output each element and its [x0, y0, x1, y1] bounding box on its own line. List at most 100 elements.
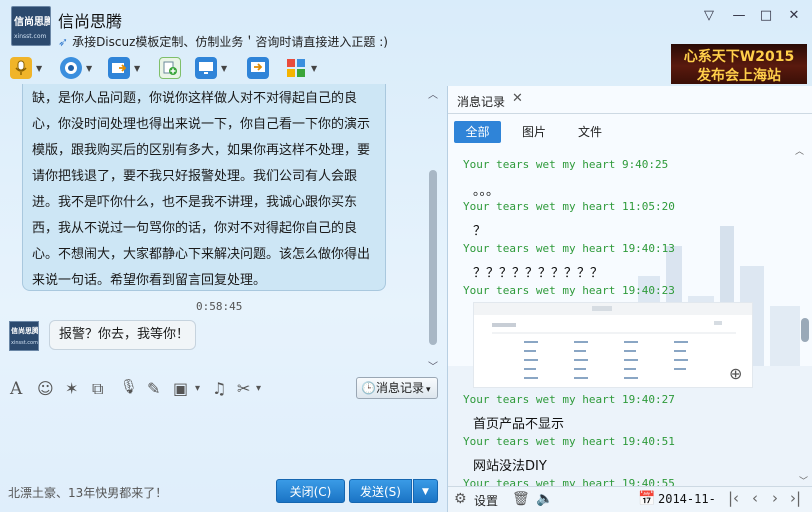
share-screen-button[interactable]: [247, 56, 269, 80]
avatar-subtext: xinsst.com: [14, 33, 47, 40]
last-page-icon[interactable]: ›|: [790, 489, 801, 507]
history-entry-body: ？？？？？？？？？？: [473, 266, 604, 281]
minimize-button[interactable]: —: [729, 7, 749, 25]
message-history-button[interactable]: 🕒消息记录 ▾: [356, 377, 438, 399]
microphone-icon: [10, 57, 32, 79]
message-line: 请你把钱退了，要不我只好报警处理。我们公司有人会跟: [32, 169, 358, 184]
contact-name[interactable]: 信尚思腾: [58, 8, 122, 32]
first-page-icon[interactable]: |‹: [728, 489, 739, 507]
history-entry-body: 网站没法DIY: [473, 459, 547, 474]
message-list[interactable]: 缺，是你人品问题，你说你这样做人对不对得起自己的良 心，你没时间处理也得出来说一…: [0, 84, 445, 374]
signature-text: 承接Discuz模板定制、仿制业务＇咨询时请直接进入正题 :): [72, 35, 388, 49]
tab-message-history[interactable]: 消息记录: [457, 93, 505, 110]
status-ticker[interactable]: 北漂土豪、13年快男都来了！: [8, 484, 167, 501]
font-icon[interactable]: A: [10, 379, 22, 399]
share-screen-icon: [247, 57, 269, 79]
chevron-down-icon[interactable]: ▾: [195, 383, 200, 394]
history-image-thumbnail[interactable]: [473, 302, 753, 388]
voice-message-icon[interactable]: 🎙: [120, 379, 138, 395]
avatar-text: 信尚思腾: [11, 327, 39, 335]
screenshot-icon[interactable]: ⧉: [92, 379, 103, 399]
send-button[interactable]: 发送(S): [349, 479, 412, 503]
avatar-subtext: xinsst.com: [11, 340, 38, 346]
chevron-down-icon[interactable]: ▼: [86, 64, 92, 73]
history-entry-header: Your tears wet my heart 19:40:23: [463, 284, 675, 297]
history-entry-body: 首页产品不显示: [473, 417, 565, 432]
history-entry-body: 。。。: [473, 184, 500, 199]
chevron-down-icon[interactable]: ﹀: [426, 358, 440, 373]
history-footer: ⚙ 设置 🗑 🔈 📅 2014-11- |‹ ‹ › ›|: [448, 486, 812, 512]
trash-icon[interactable]: 🗑: [512, 491, 530, 507]
history-entry-header: Your tears wet my heart 19:40:13: [463, 242, 675, 255]
message-line: 心，你没时间处理也得出来说一下，你自己看一下你的演示: [32, 117, 371, 132]
chevron-down-icon[interactable]: ▼: [221, 64, 227, 73]
history-tab-bar: 消息记录 ✕: [448, 86, 812, 114]
signature-icon: ➶: [58, 35, 69, 49]
voice-call-button[interactable]: ▼: [10, 56, 42, 80]
scrollbar-thumb[interactable]: [429, 170, 437, 345]
zoom-in-icon[interactable]: ⊕: [729, 364, 742, 383]
speaker-icon[interactable]: 🔈: [536, 491, 553, 507]
chat-toolbar: ▼ ▼ ▼ ▼ ▼: [0, 54, 660, 82]
message-line: 来说一句话。希望你看到留言回复处理。: [32, 273, 267, 288]
scissors-icon[interactable]: ✂: [237, 379, 250, 398]
chevron-up-icon[interactable]: ︿: [426, 86, 440, 101]
close-icon[interactable]: ✕: [512, 91, 523, 106]
chevron-down-icon[interactable]: ▾: [256, 383, 261, 394]
send-file-button[interactable]: ▼: [108, 56, 140, 80]
settings-link[interactable]: 设置: [474, 492, 498, 509]
remote-assist-button[interactable]: ▼: [195, 56, 227, 80]
gear-icon[interactable]: ⚙: [454, 491, 467, 507]
chevron-down-icon: ▾: [425, 385, 431, 395]
emoji-icon[interactable]: ☺: [37, 379, 54, 398]
app-center-button[interactable]: ▼: [285, 56, 317, 80]
poke-icon[interactable]: ✶: [65, 379, 78, 398]
history-entry-header: Your tears wet my heart 19:40:55: [463, 477, 675, 486]
history-scrollbar[interactable]: ﹀: [799, 156, 811, 487]
previous-page-icon[interactable]: ‹: [752, 489, 758, 507]
chevron-down-icon[interactable]: ▼: [134, 64, 140, 73]
chevron-down-icon[interactable]: ▼: [311, 64, 317, 73]
promo-banner[interactable]: 心系天下W2015 发布会上海站: [671, 44, 807, 84]
history-entry-header: Your tears wet my heart 19:40:27: [463, 393, 675, 406]
message-line: 缺，是你人品问题，你说你这样做人对不对得起自己的良: [32, 91, 358, 106]
received-message-bubble: 缺，是你人品问题，你说你这样做人对不对得起自己的良 心，你没时间处理也得出来说一…: [22, 84, 386, 291]
music-icon[interactable]: ♫: [212, 379, 226, 398]
sent-message-bubble: 报警？你去，我等你！: [49, 320, 196, 350]
next-page-icon[interactable]: ›: [772, 489, 778, 507]
contact-avatar[interactable]: 信尚思腾 xinsst.com: [11, 6, 51, 46]
banner-line2: 发布会上海站: [697, 68, 781, 84]
filter-files[interactable]: 文件: [570, 121, 610, 143]
contact-signature: ➶ 承接Discuz模板定制、仿制业务＇咨询时请直接进入正题 :): [58, 33, 388, 50]
close-window-button[interactable]: ✕: [784, 7, 804, 25]
message-line: 进。我不是吓你什么，也不是我不讲理，我诚心跟你买东: [32, 195, 358, 210]
close-button[interactable]: 关闭(C): [276, 479, 345, 503]
clock-icon: 🕒: [361, 381, 376, 395]
maximize-button[interactable]: □: [756, 7, 776, 25]
skin-dropdown-button[interactable]: ▽: [699, 7, 719, 25]
remote-desktop-icon: [195, 57, 217, 79]
apps-icon: [285, 57, 307, 79]
message-timestamp: 0:58:45: [196, 300, 243, 313]
filter-all[interactable]: 全部: [454, 121, 501, 143]
send-file-icon: [108, 57, 130, 79]
sender-avatar[interactable]: 信尚思腾 xinsst.com: [9, 321, 39, 351]
send-options-dropdown[interactable]: ▼: [413, 479, 438, 503]
image-icon[interactable]: ▣: [173, 379, 188, 398]
video-call-button[interactable]: ▼: [60, 56, 92, 80]
calendar-icon[interactable]: 📅: [638, 491, 655, 507]
message-line: 模版，跟我购买后的区别有多大，如果你再这样不处理，要: [32, 143, 371, 158]
message-input[interactable]: [0, 402, 445, 478]
message-line: 心。不想闹大，大家都静心下来解决问题。该怎么做你得出: [32, 247, 371, 262]
chevron-down-icon[interactable]: ▼: [36, 64, 42, 73]
create-discussion-button[interactable]: [159, 56, 181, 80]
history-panel: 消息记录 ✕ 全部 图片 文件 ︿ Your tears wet my hear…: [447, 86, 812, 512]
history-entry-header: Your tears wet my heart 9:40:25: [463, 158, 669, 171]
doodle-icon[interactable]: ✎: [147, 379, 160, 398]
avatar-text: 信尚思腾: [14, 17, 51, 28]
message-scrollbar[interactable]: ︿ ﹀: [426, 84, 440, 374]
history-date[interactable]: 2014-11-: [658, 492, 716, 506]
history-entry-header: Your tears wet my heart 19:40:51: [463, 435, 675, 448]
filter-images[interactable]: 图片: [514, 121, 554, 143]
scrollbar-thumb[interactable]: [801, 318, 809, 342]
